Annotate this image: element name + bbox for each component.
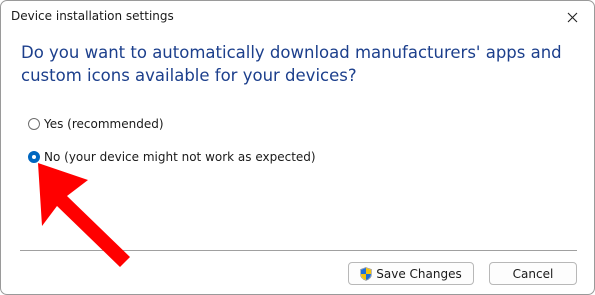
option-no-label[interactable]: No (your device might not work as expect… — [44, 150, 316, 164]
uac-shield-icon — [360, 266, 373, 281]
cancel-button[interactable]: Cancel — [489, 262, 577, 285]
device-installation-settings-dialog: Device installation settings Do you want… — [0, 0, 595, 295]
dialog-question: Do you want to automatically download ma… — [21, 43, 562, 85]
separator — [20, 250, 577, 251]
dialog-title: Device installation settings — [11, 9, 174, 23]
option-yes-label[interactable]: Yes (recommended) — [44, 117, 164, 131]
close-button[interactable] — [550, 1, 594, 33]
cancel-label: Cancel — [512, 266, 554, 281]
save-changes-label: Save Changes — [376, 266, 462, 281]
option-yes[interactable]: Yes (recommended) — [28, 117, 164, 131]
save-changes-button[interactable]: Save Changes — [348, 262, 474, 285]
radio-no[interactable] — [28, 151, 40, 163]
option-no[interactable]: No (your device might not work as expect… — [28, 150, 316, 164]
close-icon — [567, 12, 577, 22]
radio-yes[interactable] — [28, 118, 40, 130]
